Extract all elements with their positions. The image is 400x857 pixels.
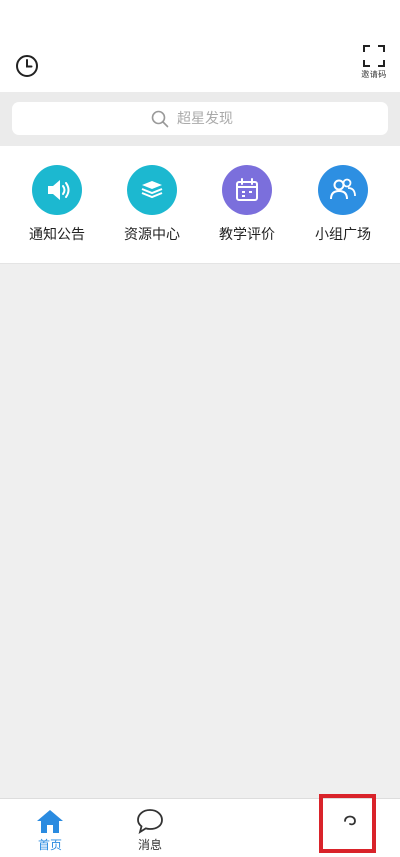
search-input[interactable] [175,109,249,128]
app-notice[interactable]: 通知公告 [10,165,104,244]
app-evaluation-label: 教学评价 [219,227,275,243]
app-group-square-label: 小组广场 [315,227,371,243]
group-icon [318,165,368,215]
app-resources-label: 资源中心 [124,227,180,243]
home-icon [37,810,63,833]
top-bar: 邀请码 [0,0,400,92]
app-evaluation[interactable]: 教学评价 [200,165,294,244]
tab-messages[interactable]: 消息 [120,808,180,853]
megaphone-icon [32,165,82,215]
calendar-icon [222,165,272,215]
app-grid: 通知公告 资源中心 教学评价 小组广场 [0,146,400,264]
search-icon [151,110,169,127]
chat-bubble-icon [137,809,163,834]
tab-home-label: 首页 [37,838,62,852]
search-area [0,92,400,146]
app-notice-label: 通知公告 [29,227,85,243]
search-bar[interactable] [12,102,388,135]
invite-code-button[interactable]: 邀请码 [354,44,394,86]
books-icon [127,165,177,215]
tab-home[interactable]: 首页 [20,808,80,853]
app-group-square[interactable]: 小组广场 [296,165,390,244]
scan-frame-icon [363,45,385,67]
app-resources[interactable]: 资源中心 [105,165,199,244]
highlight-box [319,794,376,853]
invite-code-label: 邀请码 [361,70,387,79]
tab-messages-label: 消息 [137,838,162,852]
clock-icon[interactable] [14,53,40,79]
